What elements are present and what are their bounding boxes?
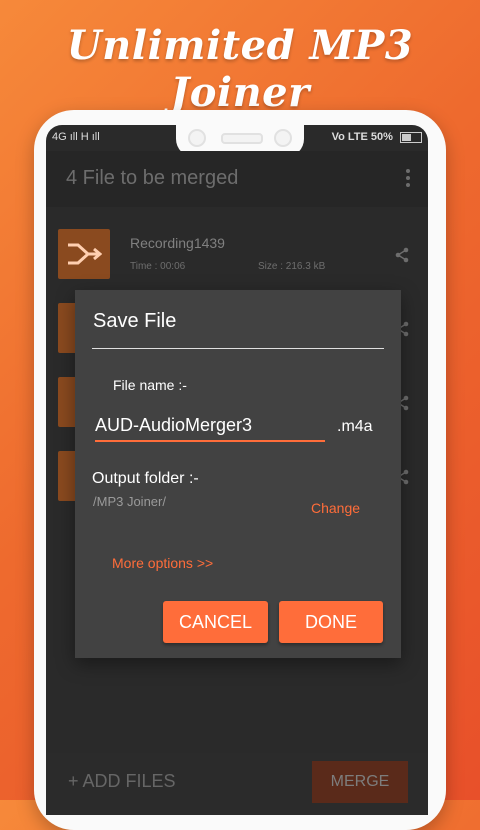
camera-icon: [188, 129, 206, 147]
output-folder-path: /MP3 Joiner/: [93, 494, 166, 509]
file-size: Size : 216.3 kB: [258, 261, 326, 272]
dialog-divider: [92, 348, 384, 349]
battery-text: Vo LTE 50%: [331, 131, 393, 143]
dialog-title: Save File: [93, 310, 177, 332]
battery-status: Vo LTE 50%: [332, 131, 422, 143]
speaker-icon: [221, 133, 263, 144]
file-name: Recording1439: [130, 235, 225, 251]
sensor-icon: [274, 129, 292, 147]
more-options-link[interactable]: More options >>: [112, 555, 213, 571]
merge-button[interactable]: MERGE: [312, 761, 408, 803]
signal-status: 4G ıll H ıll: [52, 131, 100, 143]
promo-title: Unlimited MP3 Joiner: [66, 22, 414, 116]
overflow-menu-icon[interactable]: [406, 169, 410, 190]
change-folder-button[interactable]: Change: [311, 500, 360, 516]
cancel-button[interactable]: CANCEL: [163, 601, 268, 643]
file-name-input[interactable]: [95, 412, 325, 442]
app-bar: 4 File to be merged: [46, 151, 428, 207]
battery-icon: [400, 131, 422, 143]
done-button[interactable]: DONE: [279, 601, 383, 643]
file-duration: Time : 00:06: [130, 261, 186, 272]
list-item[interactable]: Recording1439 Time : 00:06 Size : 216.3 …: [46, 215, 428, 289]
file-name-label: File name :-: [113, 377, 187, 393]
app-bar-title: 4 File to be merged: [66, 167, 239, 189]
output-folder-label: Output folder :-: [92, 470, 199, 487]
share-icon[interactable]: [394, 247, 410, 263]
add-files-button[interactable]: + ADD FILES: [68, 771, 176, 792]
file-extension: .m4a: [337, 418, 373, 435]
save-file-dialog: Save File File name :- .m4a Output folde…: [75, 290, 401, 658]
bottom-bar: + ADD FILES MERGE: [46, 753, 428, 815]
merge-thumbnail-icon: [58, 229, 110, 279]
